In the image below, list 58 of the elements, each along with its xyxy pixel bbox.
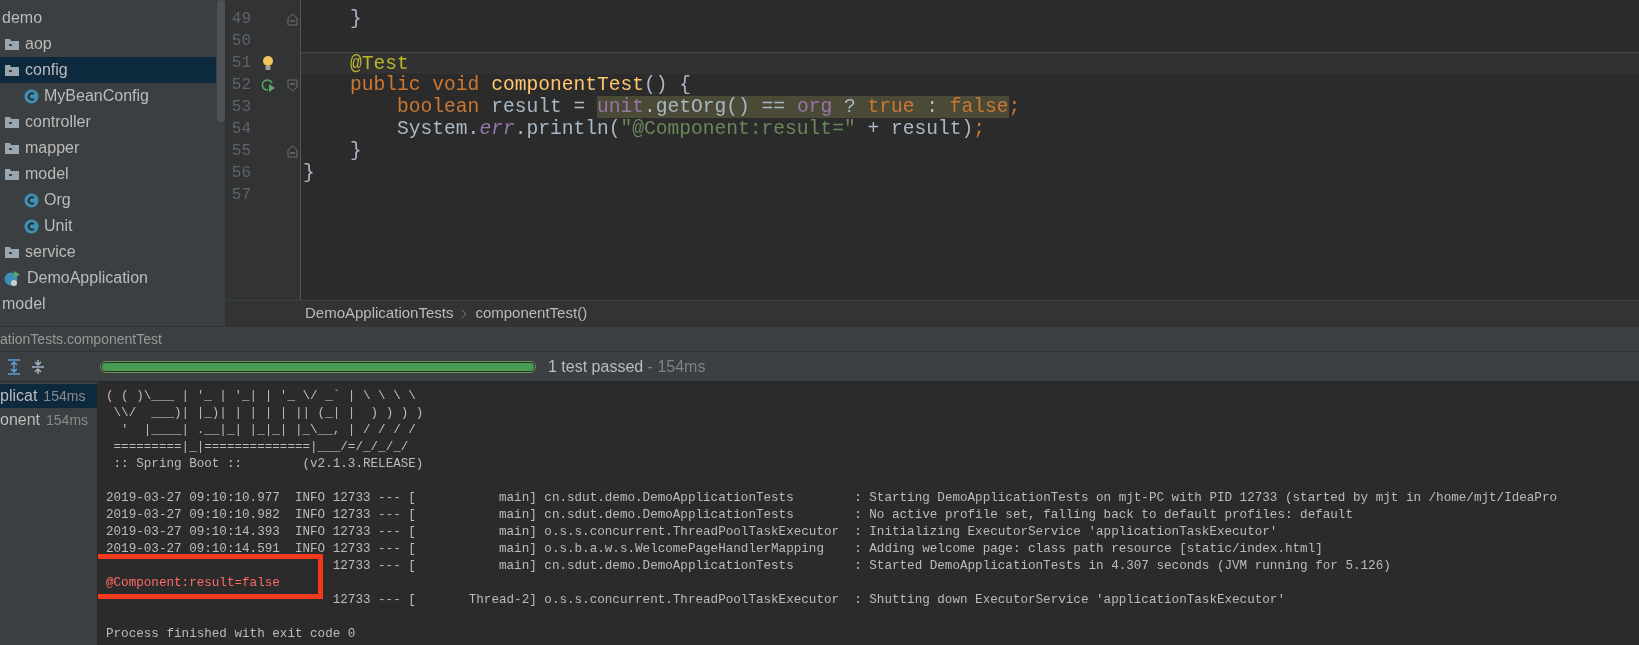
- lightbulb-icon[interactable]: [262, 55, 274, 71]
- console-line: ' |____| .__|_| |_|_| |_\__, | / / / /: [120, 423, 416, 437]
- tree-item[interactable]: DemoApplication: [0, 265, 216, 291]
- scrollbar[interactable]: [216, 0, 225, 122]
- tree-item[interactable]: model: [0, 161, 216, 187]
- fold-icon[interactable]: [286, 144, 298, 158]
- fold-icon[interactable]: [286, 12, 298, 26]
- folder-icon: [4, 167, 20, 181]
- code-line: }: [349, 140, 362, 162]
- console-line: :: Spring Boot :: (v2.1.3.RELEASE): [112, 457, 424, 471]
- tree-item[interactable]: model: [0, 291, 216, 317]
- test-status: 1 test passed: [548, 356, 644, 377]
- code-line: boolean result = unit.getOrg() == org ? true : false;: [396, 96, 1021, 118]
- run-test-icon[interactable]: [260, 77, 276, 93]
- test-item[interactable]: plicat 154ms: [0, 384, 97, 408]
- chevron-icon: [461, 308, 468, 319]
- breadcrumb[interactable]: componentTest(): [475, 302, 588, 325]
- breadcrumb[interactable]: DemoApplicationTests: [305, 302, 454, 325]
- fold-icon[interactable]: [286, 78, 298, 92]
- code-line: }: [303, 162, 315, 184]
- tree-item[interactable]: aop: [0, 31, 216, 57]
- expand-all-icon[interactable]: [6, 358, 22, 375]
- console-line: Process finished with exit code 0: [106, 627, 356, 641]
- code-line: }: [349, 8, 362, 30]
- console-line: \\/ ___)| |_)| | | | | || (_| | ) ) ) ): [112, 406, 424, 420]
- console-line: 2019-03-27 09:10:10.977 INFO 12733 --- [ main] cn.sdut.demo.DemoApplicationTests : Starting DemoApplicationTests on mjt-PC with PID 12733 (started by mjt in /home/mjt/IdeaPro: [106, 491, 1558, 505]
- tree-item[interactable]: Unit: [0, 213, 216, 239]
- code-line: public void componentTest() {: [349, 74, 692, 96]
- folder-icon: [4, 63, 20, 77]
- tree-item[interactable]: mapper: [0, 135, 216, 161]
- folder-icon: [4, 245, 20, 259]
- panel-title: ationTests.componentTest: [0, 329, 162, 349]
- folder-icon: [4, 115, 20, 129]
- console-line: 2019-03-27 09:10:14.591 INFO 12733 --- [ main] o.s.b.a.w.s.WelcomePageHandlerMapping : Adding welcome page: class path resource [static/index.html]: [106, 542, 1323, 556]
- class-icon: [24, 88, 39, 104]
- console-line: 12733 --- [ Thread-2] o.s.s.concurrent.ThreadPoolTaskExecutor : Shutting down ExecutorService 'applicationTaskExecutor': [332, 593, 1285, 607]
- folder-icon: [4, 37, 20, 51]
- tree-item[interactable]: Org: [0, 187, 216, 213]
- run-class-icon: [4, 269, 22, 287]
- folder-icon: [4, 141, 20, 155]
- tree-item[interactable]: MyBeanConfig: [0, 83, 216, 109]
- tree-item[interactable]: config: [0, 57, 216, 83]
- test-duration: - 154ms: [646, 356, 706, 377]
- console-line: 2019-03-27 09:10:10.982 INFO 12733 --- [ main] cn.sdut.demo.DemoApplicationTests : No active profile set, falling back to default profiles: default: [106, 508, 1353, 522]
- code-line: @Test: [349, 52, 409, 75]
- console-line: 2019-03-27 09:10:14.393 INFO 12733 --- [ main] o.s.s.concurrent.ThreadPoolTaskExecutor : Initializing ExecutorService 'applicationTaskExecutor': [106, 525, 1278, 539]
- collapse-all-icon[interactable]: [30, 358, 46, 375]
- console-line: =========|_|==============|___/=/_/_/_/: [112, 440, 409, 454]
- tree-item[interactable]: demo: [0, 5, 216, 31]
- tree-item[interactable]: service: [0, 239, 216, 265]
- console-line: ( ( )\___ | '_ | '_| | '_ \/ _` | \ \ \ \: [106, 389, 416, 403]
- class-icon: [24, 192, 39, 208]
- class-icon: [24, 218, 39, 234]
- console-line: 12733 --- [ main] cn.sdut.demo.DemoApplicationTests : Started DemoApplicationTests in 4.307 seconds (JVM running for 5.126): [332, 559, 1391, 573]
- error-output-line: @Component:result=false: [106, 576, 280, 590]
- code-line: System.err.println("@Component:result=" + result);: [396, 118, 985, 140]
- tree-item[interactable]: controller: [0, 109, 216, 135]
- test-item[interactable]: onent 154ms: [0, 408, 97, 432]
